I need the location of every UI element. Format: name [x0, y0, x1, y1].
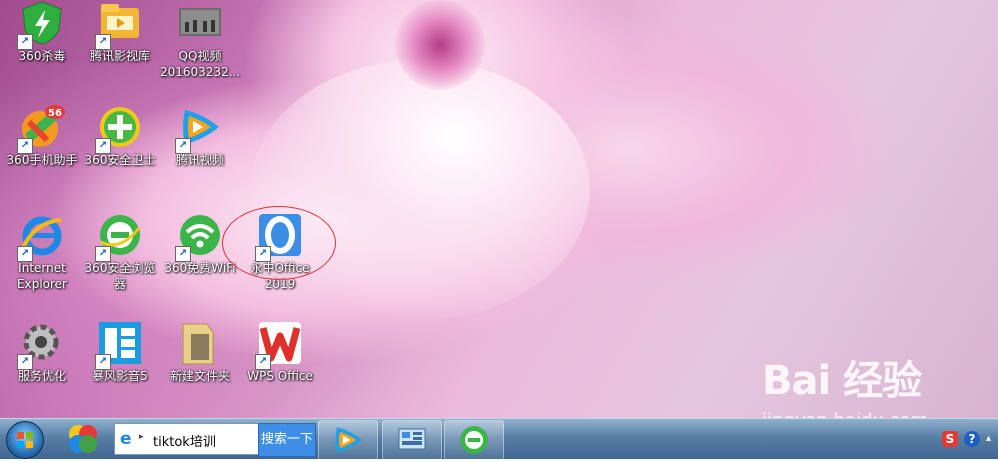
shortcut-arrow-icon: ↗: [95, 138, 111, 154]
desktop-icon-360-mobile-assistant[interactable]: 56 ↗ 360手机助手: [2, 104, 82, 168]
taskbar-search-box[interactable]: e ▸ tiktok培训: [114, 423, 260, 455]
360-security-guard-icon: ↗: [95, 104, 143, 154]
desktop-icon-360-antivirus[interactable]: ↗ 360杀毒: [2, 0, 82, 64]
help-icon[interactable]: ?: [964, 431, 980, 447]
desktop-icon-wps-office[interactable]: ↗ WPS Office: [240, 320, 320, 384]
wallpaper-flower-center: [395, 0, 485, 90]
taskbar: e ▸ tiktok培训 搜索一下 S ? ▴: [0, 418, 998, 460]
shortcut-arrow-icon: ↗: [17, 246, 33, 262]
icon-label-line2: Explorer: [17, 277, 67, 291]
sogou-input-icon[interactable]: S: [942, 431, 958, 447]
desktop-icon-new-folder[interactable]: 新建文件夹: [160, 320, 240, 384]
taskbar-control-panel[interactable]: [382, 420, 442, 460]
watermark-url: jingyan.baidu.com: [762, 410, 928, 418]
windows-logo-icon: [17, 432, 33, 448]
icon-label: 腾讯视频: [175, 153, 224, 167]
badge-count: 56: [48, 108, 62, 119]
icon-label: 暴风影音5: [92, 369, 148, 383]
icon-label: 腾讯影视库: [89, 49, 150, 63]
desktop: ↗ 360杀毒 ↗ 腾讯影视库 QQ视频 201603232... 56 ↗ 3…: [0, 0, 998, 418]
baidu-jingyan-watermark: Bai 经验 jingyan.baidu.com: [762, 348, 928, 418]
desktop-icon-tencent-video-library[interactable]: ↗ 腾讯影视库: [80, 0, 160, 64]
shortcut-arrow-icon: ↗: [17, 34, 33, 50]
icon-label: 服务优化: [17, 369, 66, 383]
shortcut-arrow-icon: ↗: [17, 354, 33, 370]
folder-icon: [177, 320, 223, 366]
icon-label: Internet: [18, 261, 66, 275]
control-panel-icon: [398, 428, 426, 450]
video-thumbnail-icon: [177, 0, 223, 46]
desktop-icon-360-browser[interactable]: ↗ 360安全浏览 器: [80, 212, 160, 292]
shortcut-arrow-icon: ↗: [255, 354, 271, 370]
dropdown-arrow-icon[interactable]: ▸: [139, 432, 144, 442]
start-button[interactable]: [6, 421, 44, 459]
360-wifi-icon: ↗: [175, 212, 223, 262]
icon-label-line2: 201603232...: [160, 65, 241, 79]
desktop-icon-360-security-guard[interactable]: ↗ 360安全卫士: [80, 104, 160, 168]
annotation-circle: [222, 206, 336, 280]
search-button[interactable]: 搜索一下: [258, 423, 316, 457]
360-antivirus-icon: ↗: [17, 0, 65, 50]
shortcut-arrow-icon: ↗: [95, 246, 111, 262]
shortcut-arrow-icon: ↗: [175, 138, 191, 154]
internet-explorer-icon: ↗: [17, 212, 65, 262]
tencent-video-icon: ↗: [175, 104, 223, 154]
desktop-icon-internet-explorer[interactable]: ↗ Internet Explorer: [2, 212, 82, 292]
ie-search-icon: e: [120, 429, 132, 449]
icon-label: 360安全卫士: [84, 153, 156, 167]
360-mobile-assistant-icon: 56 ↗: [17, 104, 65, 154]
desktop-icon-qq-video[interactable]: QQ视频 201603232...: [160, 0, 240, 80]
shortcut-arrow-icon: ↗: [175, 246, 191, 262]
icon-label: QQ视频: [178, 49, 222, 63]
desktop-icon-baofeng-player[interactable]: ↗ 暴风影音5: [80, 320, 160, 384]
icon-label: 360免费WiFi: [164, 261, 236, 275]
baofeng-player-icon: ↗: [95, 320, 143, 370]
taskbar-tencent-video[interactable]: [318, 420, 378, 460]
qq-pinyin-app-icon[interactable]: [66, 422, 100, 456]
service-optimize-icon: ↗: [17, 320, 65, 370]
shortcut-arrow-icon: ↗: [95, 354, 111, 370]
360-browser-icon: [460, 426, 488, 454]
desktop-icon-tencent-video[interactable]: ↗ 腾讯视频: [160, 104, 240, 168]
icon-label: 360杀毒: [18, 49, 66, 63]
watermark-logo: Bai 经验: [762, 358, 922, 404]
tencent-video-icon: [335, 427, 363, 453]
system-tray: S ? ▴: [938, 423, 998, 457]
search-input[interactable]: tiktok培训: [153, 431, 216, 450]
wps-office-icon: ↗: [255, 320, 303, 370]
icon-label: 360手机助手: [6, 153, 78, 167]
icon-label-line2: 器: [113, 277, 126, 291]
360-browser-icon: ↗: [95, 212, 143, 262]
shortcut-arrow-icon: ↗: [17, 138, 33, 154]
icon-label: WPS Office: [247, 369, 313, 383]
tray-expand-icon[interactable]: ▴: [986, 433, 991, 444]
icon-label: 新建文件夹: [169, 369, 230, 383]
icon-label: 360安全浏览: [84, 261, 156, 275]
taskbar-360-browser[interactable]: [444, 420, 504, 460]
shortcut-arrow-icon: ↗: [95, 34, 111, 50]
desktop-icon-service-optimize[interactable]: ↗ 服务优化: [2, 320, 82, 384]
folder-video-icon: ↗: [95, 0, 143, 50]
